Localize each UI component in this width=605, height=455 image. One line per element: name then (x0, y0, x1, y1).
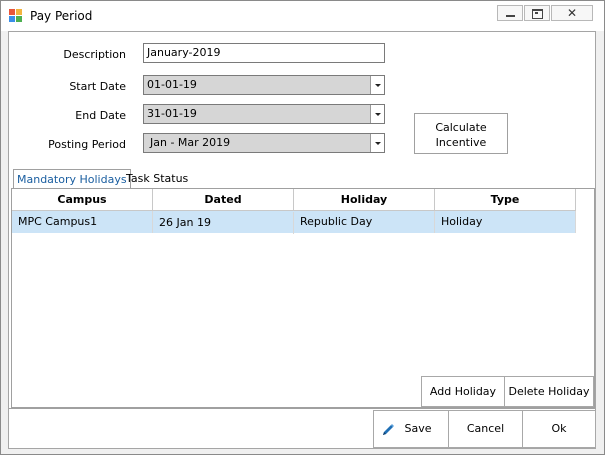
holidays-panel: Campus Dated Holiday Type MPC Campus1 26… (11, 188, 595, 408)
cell-dated: 26 Jan 19 (153, 212, 294, 234)
posting-period-value: Jan - Mar 2019 (150, 136, 231, 149)
end-date-combo[interactable]: 31-01-19 (143, 104, 385, 124)
pencil-icon (383, 424, 394, 435)
calculate-label-line1: Calculate (435, 121, 487, 134)
end-date-value: 31-01-19 (147, 107, 197, 120)
start-date-combo[interactable]: 01-01-19 (143, 75, 385, 95)
calculate-label-line2: Incentive (435, 136, 487, 149)
cell-type: Holiday (435, 211, 576, 233)
end-date-label: End Date (75, 109, 126, 122)
minimize-button[interactable] (497, 5, 523, 21)
cancel-button[interactable]: Cancel (448, 410, 523, 448)
chevron-down-icon[interactable] (370, 76, 384, 94)
save-label: Save (404, 422, 432, 435)
grid-header: Campus Dated Holiday Type (12, 189, 576, 211)
tab-task-status[interactable]: Task Status (123, 169, 191, 189)
description-label: Description (63, 48, 126, 61)
save-button[interactable]: Save (373, 410, 449, 448)
column-header-type[interactable]: Type (435, 189, 576, 211)
ok-button[interactable]: Ok (522, 410, 596, 448)
window-title: Pay Period (30, 9, 93, 23)
title-bar[interactable]: Pay Period ✕ (1, 1, 604, 31)
start-date-value: 01-01-19 (147, 78, 197, 91)
client-area: Description January-2019 Start Date 01-0… (8, 31, 596, 449)
calculate-incentive-button[interactable]: Calculate Incentive (414, 113, 508, 154)
posting-period-combo[interactable]: Jan - Mar 2019 (143, 133, 385, 153)
close-button[interactable]: ✕ (551, 5, 593, 21)
delete-holiday-button[interactable]: Delete Holiday (504, 376, 594, 407)
tab-mandatory-holidays[interactable]: Mandatory Holidays (13, 169, 131, 190)
posting-period-label: Posting Period (48, 138, 126, 151)
cell-holiday: Republic Day (294, 211, 435, 233)
column-header-campus[interactable]: Campus (12, 189, 153, 211)
app-icon (9, 9, 22, 22)
description-input[interactable]: January-2019 (143, 43, 385, 63)
chevron-down-icon[interactable] (370, 105, 384, 123)
chevron-down-icon[interactable] (370, 134, 384, 152)
column-header-holiday[interactable]: Holiday (294, 189, 435, 211)
footer-divider (9, 408, 595, 409)
close-icon: ✕ (566, 6, 578, 20)
table-row[interactable]: MPC Campus1 26 Jan 19 Republic Day Holid… (12, 211, 576, 234)
column-header-dated[interactable]: Dated (153, 189, 294, 211)
add-holiday-button[interactable]: Add Holiday (421, 376, 505, 407)
cell-campus: MPC Campus1 (12, 211, 153, 233)
maximize-button[interactable] (524, 5, 550, 21)
start-date-label: Start Date (69, 80, 126, 93)
pay-period-window: Pay Period ✕ Description January-2019 St… (0, 0, 605, 455)
